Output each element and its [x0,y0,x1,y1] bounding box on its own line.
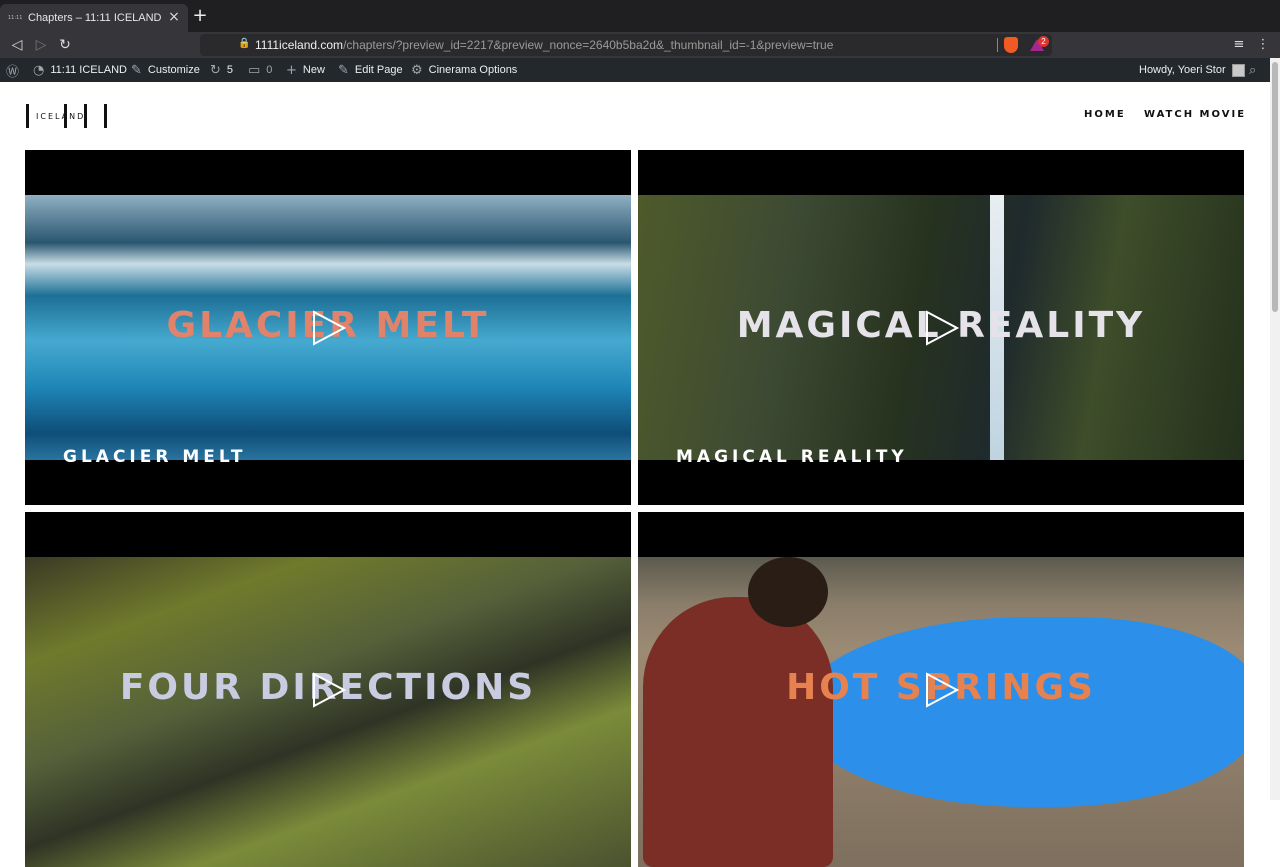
tab-favicon: 11:11 [8,15,23,21]
chapter-caption: MAGICAL REALITY [676,447,908,467]
nav-home[interactable]: HOME [1084,109,1126,120]
browser-toolbar: ◁ ▷ ↻ ⚐ 🔒 1111iceland.com/chapters/?prev… [0,32,1280,58]
play-icon[interactable] [310,672,346,708]
play-icon[interactable] [923,672,959,708]
dashboard-icon: ◔ [33,62,45,78]
back-icon[interactable]: ◁ [8,36,26,54]
new-tab-icon[interactable]: + [192,7,208,25]
url-host: 1111iceland.com [255,38,344,52]
play-icon[interactable] [923,310,959,346]
hot-spring-pool [798,617,1244,807]
forward-icon[interactable]: ▷ [32,36,50,54]
playlist-icon[interactable]: ≡ [1230,36,1248,54]
scrollbar-thumb[interactable] [1272,62,1278,312]
chapter-card-hot-springs[interactable]: HOT SPRINGS [638,512,1244,867]
logo-bar [104,104,107,128]
comments-icon: ▭ [248,62,261,78]
browser-tab-bar: 11:11 Chapters – 11:11 ICELAND × + [0,0,1280,32]
comments-count: 0 [266,64,273,76]
url-path: /chapters/?preview_id=2217&preview_nonce… [343,38,834,52]
url-text[interactable]: 1111iceland.com/chapters/?preview_id=221… [255,38,833,52]
menu-icon[interactable]: ⋮ [1254,36,1272,54]
site-name-label: 11:11 ICELAND [50,64,127,76]
close-icon[interactable]: × [166,9,182,25]
person-figure [643,597,833,867]
wp-admin-bar: Ⓦ ◔ 11:11 ICELAND ✎ Customize ↻ 5 ▭ 0 + … [0,58,1270,82]
nav-watch-movie[interactable]: WATCH MOVIE [1144,109,1246,120]
avatar [1231,63,1245,77]
edit-page-label: Edit Page [354,64,403,76]
address-bar[interactable]: 🔒 1111iceland.com/chapters/?preview_id=2… [200,34,1052,56]
updates-icon: ↻ [210,62,221,78]
brush-icon: ✎ [131,62,142,78]
logo-word: ICELAND [36,112,86,121]
site-name-link[interactable]: ◔ 11:11 ICELAND [33,58,127,82]
cinerama-options-label: Cinerama Options [428,64,518,76]
site-logo[interactable]: ICELAND [26,104,108,128]
updates-link[interactable]: ↻ 5 [210,58,233,82]
rewards-badge: 2 [1038,36,1049,47]
howdy-label: Howdy, Yoeri Stor [1139,64,1226,76]
browser-tab[interactable]: 11:11 Chapters – 11:11 ICELAND × [0,4,188,32]
search-icon[interactable]: ⌕ [1249,58,1262,82]
my-account-link[interactable]: Howdy, Yoeri Stor [1139,58,1245,82]
lock-icon: 🔒 [238,38,251,49]
chapter-card-glacier-melt[interactable]: GLACIER MELT GLACIER MELT [25,150,631,505]
comments-link[interactable]: ▭ 0 [248,58,272,82]
gear-icon: ⚙ [411,62,423,78]
plus-icon: + [286,62,297,78]
url-separator [997,38,998,52]
chapter-card-four-directions[interactable]: FOUR DIRECTIONS [25,512,631,867]
pencil-icon: ✎ [338,62,349,78]
edit-page-link[interactable]: ✎ Edit Page [338,58,403,82]
page-scrollbar[interactable] [1270,58,1280,800]
person-head [748,557,828,627]
chapter-thumbnail [25,557,631,867]
logo-bar [26,104,29,128]
brave-shields-icon[interactable] [1004,37,1018,53]
chapter-card-magical-reality[interactable]: MAGICAL REALITY MAGICAL REALITY [638,150,1244,505]
updates-count: 5 [226,64,234,76]
wordpress-logo-icon[interactable]: Ⓦ [6,58,25,82]
chapter-caption: GLACIER MELT [63,447,247,467]
new-content-link[interactable]: + New [286,58,325,82]
chapter-thumbnail [638,557,1244,867]
reload-icon[interactable]: ↻ [56,36,74,54]
customize-link[interactable]: ✎ Customize [131,58,200,82]
site-header: ICELAND HOME WATCH MOVIE [0,82,1270,150]
customize-label: Customize [147,64,200,76]
new-label: New [302,64,325,76]
tab-title: Chapters – 11:11 ICELAND [28,12,162,24]
cinerama-options-link[interactable]: ⚙ Cinerama Options [411,58,517,82]
play-icon[interactable] [310,310,346,346]
